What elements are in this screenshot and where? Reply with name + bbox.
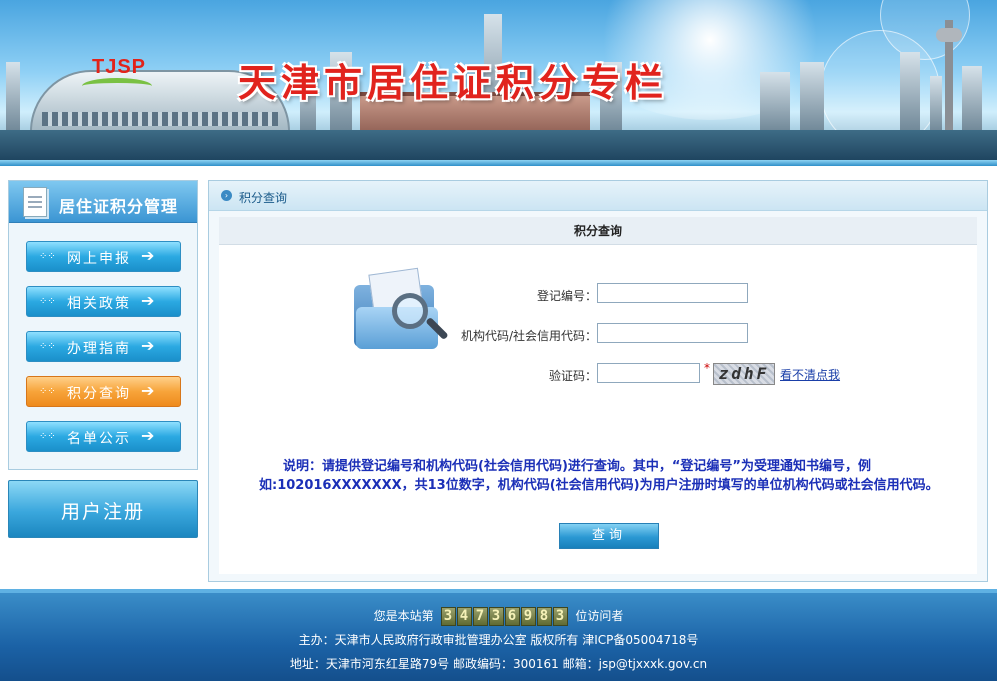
captcha-refresh-link[interactable]: 看不清点我: [780, 366, 840, 383]
header-banner: TJSP 天津市居住证积分专栏: [0, 0, 997, 160]
visitor-counter: 34736983: [440, 607, 569, 626]
counter-digit: 3: [552, 607, 568, 626]
user-register-label: 用户注册: [60, 501, 145, 523]
sidebar-item-policies[interactable]: ⁘⁘ 相关政策 ➔: [26, 286, 181, 317]
sidebar-item-public-list[interactable]: ⁘⁘ 名单公示 ➔: [26, 421, 181, 452]
site-logo: TJSP: [92, 56, 147, 78]
arrow-right-icon: ➔: [141, 291, 155, 310]
arrow-right-icon: ➔: [141, 336, 155, 355]
skyline-building: [962, 66, 982, 132]
counter-digit: 7: [472, 607, 488, 626]
grid-dots-icon: ⁘⁘: [39, 251, 56, 262]
counter-digit: 3: [488, 607, 504, 626]
sidebar-item-label: 相关政策: [67, 296, 131, 312]
logo-arc: [82, 78, 152, 94]
grid-dots-icon: ⁘⁘: [39, 296, 56, 307]
sidebar-menu-list: ⁘⁘ 网上申报 ➔ ⁘⁘ 相关政策 ➔ ⁘⁘ 办理指南 ➔ ⁘⁘ 积分查询 ➔ …: [9, 223, 197, 452]
sidebar: 居住证积分管理 ⁘⁘ 网上申报 ➔ ⁘⁘ 相关政策 ➔ ⁘⁘ 办理指南 ➔ ⁘⁘…: [8, 180, 198, 538]
captcha-input[interactable]: [597, 363, 700, 383]
query-button[interactable]: 查询: [559, 523, 659, 549]
sidebar-heading: 居住证积分管理: [59, 197, 179, 216]
skyline-building: [800, 62, 824, 132]
arrow-right-icon: ➔: [141, 426, 155, 445]
reg-no-input[interactable]: [597, 283, 748, 303]
visitor-prefix: 您是本站第: [373, 609, 434, 623]
visitor-suffix: 位访问者: [575, 609, 624, 623]
required-mark: *: [704, 361, 710, 375]
skyline-building: [760, 72, 790, 132]
captcha-image[interactable]: zdhF: [713, 363, 775, 385]
skyline-building: [6, 62, 20, 132]
content-area: 居住证积分管理 ⁘⁘ 网上申报 ➔ ⁘⁘ 相关政策 ➔ ⁘⁘ 办理指南 ➔ ⁘⁘…: [0, 166, 997, 589]
counter-digit: 4: [456, 607, 472, 626]
breadcrumb: › 积分查询: [209, 181, 987, 211]
org-code-row: 机构代码/社会信用代码：: [409, 323, 597, 345]
site-title: 天津市居住证积分专栏: [238, 61, 669, 105]
org-code-label: 机构代码/社会信用代码：: [460, 329, 597, 343]
sidebar-item-points-query[interactable]: ⁘⁘ 积分查询 ➔: [26, 376, 181, 407]
footer-sponsor: 主办：天津市人民政府行政审批管理办公室 版权所有 津ICP备05004718号: [298, 633, 699, 647]
reg-no-row: 登记编号：: [409, 283, 597, 305]
document-icon: [23, 187, 47, 217]
footer: 您是本站第 34736983 位访问者 主办：天津市人民政府行政审批管理办公室 …: [0, 589, 997, 681]
org-code-input[interactable]: [597, 323, 748, 343]
arrow-right-icon: ➔: [141, 381, 155, 400]
breadcrumb-label: 积分查询: [239, 191, 288, 205]
counter-digit: 8: [536, 607, 552, 626]
sidebar-item-label: 积分查询: [67, 386, 131, 402]
circle-chevron-icon: ›: [221, 190, 232, 201]
grid-dots-icon: ⁘⁘: [39, 431, 56, 442]
skyline-building: [900, 52, 920, 132]
sidebar-item-guide[interactable]: ⁘⁘ 办理指南 ➔: [26, 331, 181, 362]
sidebar-item-label: 网上申报: [67, 251, 131, 267]
sidebar-item-label: 办理指南: [67, 341, 131, 357]
panel-title: 积分查询: [219, 217, 977, 245]
reg-no-label: 登记编号：: [536, 289, 597, 303]
grid-dots-icon: ⁘⁘: [39, 341, 56, 352]
sidebar-item-label: 名单公示: [67, 431, 131, 447]
grid-dots-icon: ⁘⁘: [39, 386, 56, 397]
query-instructions: 说明：请提供登记编号和机构代码(社会信用代码)进行查询。其中，“登记编号”为受理…: [259, 459, 939, 493]
counter-digit: 9: [520, 607, 536, 626]
sidebar-menu: 居住证积分管理 ⁘⁘ 网上申报 ➔ ⁘⁘ 相关政策 ➔ ⁘⁘ 办理指南 ➔ ⁘⁘…: [8, 180, 198, 470]
arrow-right-icon: ➔: [141, 246, 155, 265]
captcha-label: 验证码：: [548, 369, 597, 383]
sidebar-header: 居住证积分管理: [9, 181, 197, 223]
visitor-counter-row: 您是本站第 34736983 位访问者: [0, 607, 997, 626]
footer-address: 地址：天津市河东红星路79号 邮政编码：300161 邮箱：jsp@tjxxxk…: [289, 657, 708, 671]
user-register-button[interactable]: 用户注册: [8, 480, 198, 538]
tv-tower: [936, 20, 962, 130]
captcha-row: 验证码：: [409, 363, 597, 385]
counter-digit: 3: [440, 607, 456, 626]
main-panel: › 积分查询 积分查询 登记编号： 机构代码/社会信用代码： 验证码： * zd…: [208, 180, 988, 582]
river-water: [0, 130, 997, 160]
skyline-building: [930, 76, 942, 132]
query-panel: 积分查询 登记编号： 机构代码/社会信用代码： 验证码： * zdhF 看不清点…: [219, 217, 977, 574]
sidebar-item-online-apply[interactable]: ⁘⁘ 网上申报 ➔: [26, 241, 181, 272]
counter-digit: 6: [504, 607, 520, 626]
